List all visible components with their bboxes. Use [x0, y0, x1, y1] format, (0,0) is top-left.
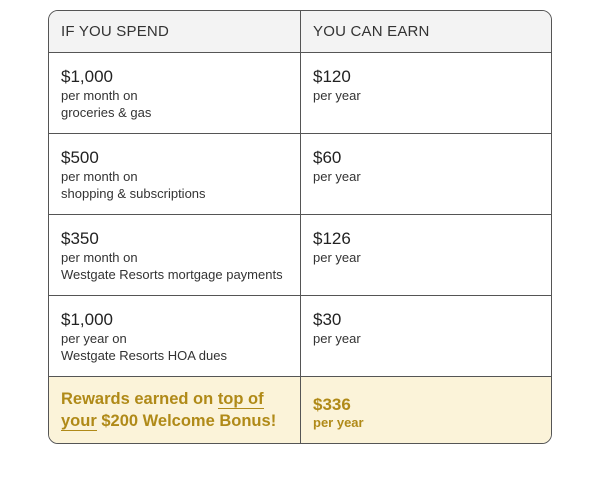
spend-amount: $1,000 — [61, 67, 113, 86]
table-row-spend: $500 per month on shopping & subscriptio… — [49, 134, 301, 215]
spend-frequency: per month on — [61, 169, 138, 184]
earn-period: per year — [313, 250, 361, 265]
spend-frequency: per month on — [61, 88, 138, 103]
spend-category: Westgate Resorts HOA dues — [61, 348, 227, 363]
spend-category: shopping & subscriptions — [61, 186, 206, 201]
total-row-label: Rewards earned on top of your $200 Welcom… — [49, 377, 301, 443]
table-row-earn: $60 per year — [301, 134, 551, 215]
earn-period: per year — [313, 331, 361, 346]
rewards-table: IF YOU SPEND YOU CAN EARN $1,000 per mon… — [48, 10, 552, 444]
earn-period: per year — [313, 88, 361, 103]
earn-period: per year — [313, 169, 361, 184]
header-earn: YOU CAN EARN — [301, 11, 551, 53]
earn-amount: $120 — [313, 67, 351, 86]
total-earn-amount: $336 — [313, 395, 351, 414]
total-row-earn: $336 per year — [301, 377, 551, 443]
header-earn-label: YOU CAN EARN — [313, 23, 430, 40]
spend-amount: $1,000 — [61, 310, 113, 329]
table-row-earn: $126 per year — [301, 215, 551, 296]
header-spend-label: IF YOU SPEND — [61, 23, 169, 40]
earn-amount: $60 — [313, 148, 342, 167]
spend-frequency: per month on — [61, 250, 138, 265]
table-row-spend: $1,000 per year on Westgate Resorts HOA … — [49, 296, 301, 377]
spend-frequency: per year on — [61, 331, 127, 346]
spend-category: groceries & gas — [61, 105, 152, 120]
spend-category: Westgate Resorts mortgage payments — [61, 267, 283, 282]
table-row-earn: $120 per year — [301, 53, 551, 134]
page: IF YOU SPEND YOU CAN EARN $1,000 per mon… — [0, 0, 600, 480]
table-row-earn: $30 per year — [301, 296, 551, 377]
welcome-bonus-text: Rewards earned on top of your $200 Welcom… — [61, 388, 276, 432]
table-row-spend: $1,000 per month on groceries & gas — [49, 53, 301, 134]
total-earn-period: per year — [313, 415, 364, 430]
bonus-text-underlined: your — [61, 412, 97, 431]
bonus-text-part: $200 Welcome Bonus! — [96, 412, 277, 430]
bonus-text-underlined: top of — [217, 390, 264, 409]
table-row-spend: $350 per month on Westgate Resorts mortg… — [49, 215, 301, 296]
spend-amount: $350 — [61, 229, 99, 248]
header-spend: IF YOU SPEND — [49, 11, 301, 53]
earn-amount: $126 — [313, 229, 351, 248]
bonus-text-part: Rewards earned on — [61, 390, 218, 408]
spend-amount: $500 — [61, 148, 99, 167]
earn-amount: $30 — [313, 310, 342, 329]
